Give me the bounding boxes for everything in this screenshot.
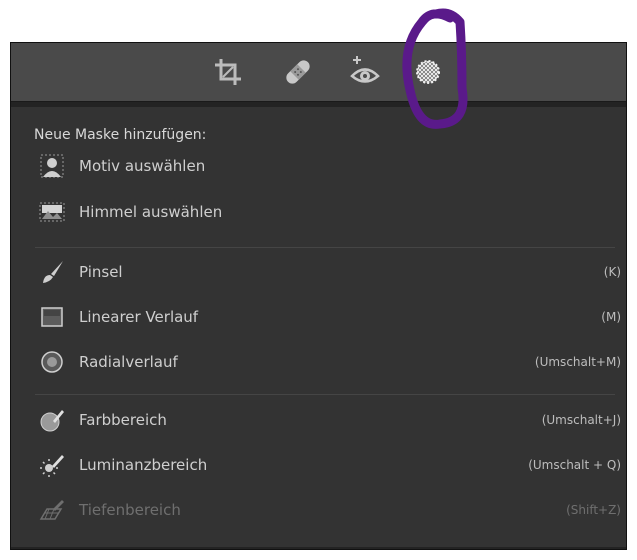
add-mask-heading: Neue Maske hinzufügen:: [34, 127, 207, 143]
menu-item-label: Tiefenbereich: [79, 501, 181, 519]
menu-item-label: Farbbereich: [79, 411, 167, 429]
crop-icon: [215, 59, 241, 85]
brush-icon: [39, 259, 65, 285]
radial-gradient-icon: [39, 349, 65, 375]
menu-divider: [35, 247, 615, 248]
menu-divider: [35, 394, 615, 395]
luminance-range-icon: [39, 452, 65, 478]
menu-item-label: Radialverlauf: [79, 353, 178, 371]
menu-item-luminance-range[interactable]: Luminanzbereich (Umschalt + Q): [35, 450, 621, 482]
healing-bandage-icon: [286, 60, 310, 84]
masking-panel: Neue Maske hinzufügen: Motiv auswählen H…: [10, 42, 627, 550]
menu-item-shortcut: (K): [603, 265, 621, 279]
menu-item-label: Linearer Verlauf: [79, 308, 199, 326]
red-eye-icon: [350, 56, 380, 83]
menu-item-label: Pinsel: [79, 263, 123, 281]
menu-item-shortcut: (Shift+Z): [566, 503, 621, 517]
menu-item-linear-gradient[interactable]: Linearer Verlauf (M): [35, 302, 621, 334]
masking-tool-button[interactable]: [411, 55, 445, 89]
menu-item-radial-gradient[interactable]: Radialverlauf (Umschalt+M): [35, 347, 621, 379]
menu-item-shortcut: (Umschalt + Q): [528, 458, 621, 472]
menu-item-brush[interactable]: Pinsel (K): [35, 257, 621, 289]
color-range-icon: [39, 407, 65, 433]
menu-item-shortcut: (Umschalt+J): [541, 413, 621, 427]
menu-item-shortcut: (Umschalt+M): [534, 355, 621, 369]
menu-item-label: Himmel auswählen: [79, 203, 223, 221]
menu-item-select-subject[interactable]: Motiv auswählen: [35, 151, 621, 183]
add-mask-menu: Neue Maske hinzufügen: Motiv auswählen H…: [11, 107, 626, 547]
menu-item-color-range[interactable]: Farbbereich (Umschalt+J): [35, 405, 621, 437]
menu-item-label: Luminanzbereich: [79, 456, 208, 474]
crop-tool-button[interactable]: [211, 55, 245, 89]
masking-icon: [416, 60, 440, 84]
tool-strip: [11, 43, 626, 102]
select-subject-icon: [39, 153, 65, 179]
menu-item-shortcut: (M): [601, 310, 621, 324]
red-eye-tool-button[interactable]: [348, 55, 382, 89]
select-sky-icon: [39, 199, 65, 225]
menu-item-depth-range: Tiefenbereich (Shift+Z): [35, 495, 621, 527]
menu-item-select-sky[interactable]: Himmel auswählen: [35, 197, 621, 229]
depth-range-icon: [39, 497, 65, 523]
healing-tool-button[interactable]: [281, 55, 315, 89]
menu-item-label: Motiv auswählen: [79, 157, 206, 175]
linear-gradient-icon: [39, 304, 65, 330]
